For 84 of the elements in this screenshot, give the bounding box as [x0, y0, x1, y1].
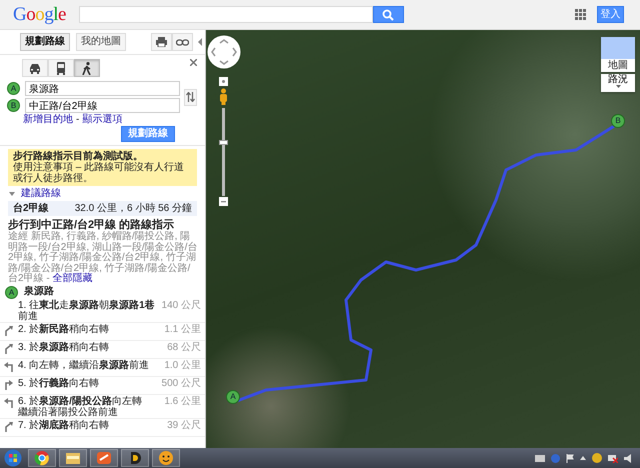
- location-field[interactable]: 中正路/台2甲線: [25, 98, 180, 113]
- travel-mode-tab[interactable]: [74, 59, 100, 77]
- folder-icon[interactable]: [65, 450, 81, 466]
- bus-icon: [54, 62, 68, 74]
- step-distance: 500 公尺: [161, 378, 201, 388]
- printer-icon: [156, 37, 167, 47]
- taskbar-button[interactable]: [121, 449, 149, 467]
- step-instruction: 6. 於泉源路/陽投公路向左轉: [18, 396, 143, 406]
- step-instruction: 4. 向左轉，繼續沿泉源路前進: [18, 360, 150, 370]
- traffic-button[interactable]: 路況: [601, 74, 635, 92]
- search-button[interactable]: [372, 6, 404, 23]
- map-thumbnail: [601, 37, 635, 59]
- up-arrow-icon[interactable]: [580, 456, 586, 460]
- notice-title: 步行路線指示目前為測試版。: [13, 151, 144, 162]
- close-icon[interactable]: [190, 59, 197, 66]
- taskbar-button[interactable]: [59, 449, 87, 467]
- show-options-link[interactable]: 顯示選項: [82, 114, 122, 125]
- link-button[interactable]: [172, 33, 193, 51]
- speaker-icon[interactable]: [624, 454, 634, 462]
- slight-right-turn-icon: [4, 420, 14, 432]
- route-option[interactable]: 台2甲線 32.0 公里，6 小時 56 分鐘: [8, 201, 197, 216]
- map-marker[interactable]: A: [226, 390, 240, 404]
- search-field[interactable]: [78, 6, 373, 23]
- suggested-routes-link[interactable]: 建議路線: [21, 188, 61, 199]
- toolbar-tab[interactable]: 我的地圖: [76, 33, 126, 51]
- step-distance: 1.6 公里: [163, 396, 201, 406]
- start-location: 泉源路: [24, 286, 54, 298]
- travel-mode-tab[interactable]: [22, 59, 48, 77]
- taskbar-button[interactable]: [152, 449, 180, 467]
- apps-grid-icon[interactable]: [575, 9, 586, 20]
- notice-text: 使用注意事項 – 此路線可能沒有人行道或行人徒步路徑。: [13, 162, 186, 184]
- step-note: 繼續沿著陽投公路前進: [18, 406, 118, 418]
- car-icon: [28, 62, 42, 74]
- marker-badge: A: [5, 286, 18, 298]
- taskbar-button[interactable]: [28, 449, 56, 467]
- step-instruction: 5. 於行義路向右轉: [18, 378, 100, 388]
- step-instruction: 2. 於新民路稍向右轉: [18, 324, 110, 334]
- flag-icon[interactable]: [566, 454, 574, 462]
- slight-right-turn-icon: [4, 342, 14, 354]
- step-instruction: 1. 往東北走泉源路朝泉源路1巷前進: [18, 300, 156, 322]
- map-type-button[interactable]: 地圖: [601, 37, 635, 72]
- step-distance: 1.1 公里: [163, 324, 201, 334]
- network-icon[interactable]: [608, 453, 618, 463]
- via-text: 途經 新民路, 行義路, 紗帽路/陽投公路, 陽明路一段/台2甲線, 湖山路一段/陽金公路/台2甲線, 竹子湖路/陽金公路/台2甲線, 竹子湖路/陽金公路/台2甲線, 竹子湖路/陽金公路/台2甲線 - 全部隱藏: [8, 232, 198, 284]
- separator-text: -: [76, 114, 80, 125]
- zoom-in-button-icon[interactable]: [219, 77, 228, 86]
- smiley-icon[interactable]: [158, 450, 174, 466]
- step-instruction: 7. 於湖底路稍向右轉: [18, 420, 110, 430]
- browser-icon[interactable]: [34, 450, 50, 466]
- start-orb-icon[interactable]: [4, 449, 22, 467]
- left-turn-icon: [4, 360, 14, 372]
- step-distance: 39 公尺: [166, 420, 201, 430]
- slight-right-turn-icon: [4, 324, 14, 336]
- taskbar-button[interactable]: [90, 449, 118, 467]
- add-destination-link[interactable]: 新增目的地: [23, 114, 73, 125]
- swap-button[interactable]: [184, 88, 197, 106]
- zoom-slider[interactable]: [222, 108, 225, 196]
- left-turn-icon: [4, 396, 14, 408]
- right-turn-icon: [4, 378, 14, 390]
- google-logo[interactable]: Google: [12, 1, 67, 28]
- swap-arrows-icon: [186, 92, 195, 102]
- expand-caret-icon[interactable]: [9, 190, 15, 196]
- collapse-icon[interactable]: [198, 38, 202, 46]
- slash-app-icon[interactable]: [96, 450, 112, 466]
- location-field[interactable]: 泉源路: [25, 81, 180, 96]
- toolbar-tab[interactable]: 規劃路線: [20, 33, 70, 51]
- marker-badge: A: [7, 82, 20, 95]
- step-distance: 1.0 公里: [163, 360, 201, 370]
- map-marker[interactable]: B: [611, 114, 625, 128]
- pegman-icon[interactable]: [219, 88, 228, 105]
- zoom-slider-thumb[interactable]: [219, 140, 228, 145]
- search-icon: [382, 8, 394, 20]
- marker-badge: B: [7, 99, 20, 112]
- zoom-out-button-icon[interactable]: [219, 197, 228, 206]
- print-button[interactable]: [151, 33, 172, 51]
- pan-control-icon[interactable]: [207, 35, 241, 69]
- hide-all-link[interactable]: 全部隱藏: [52, 273, 92, 284]
- step-distance: 140 公尺: [161, 300, 201, 310]
- step-instruction: 3. 於泉源路稍向右轉: [18, 342, 110, 352]
- directions-heading: 步行到中正路/台2甲線 的路線指示: [8, 219, 176, 231]
- chain-link-icon: [176, 38, 189, 46]
- caret-icon: [616, 85, 620, 88]
- step-distance: 68 公尺: [166, 342, 201, 352]
- travel-mode-tab[interactable]: [48, 59, 74, 77]
